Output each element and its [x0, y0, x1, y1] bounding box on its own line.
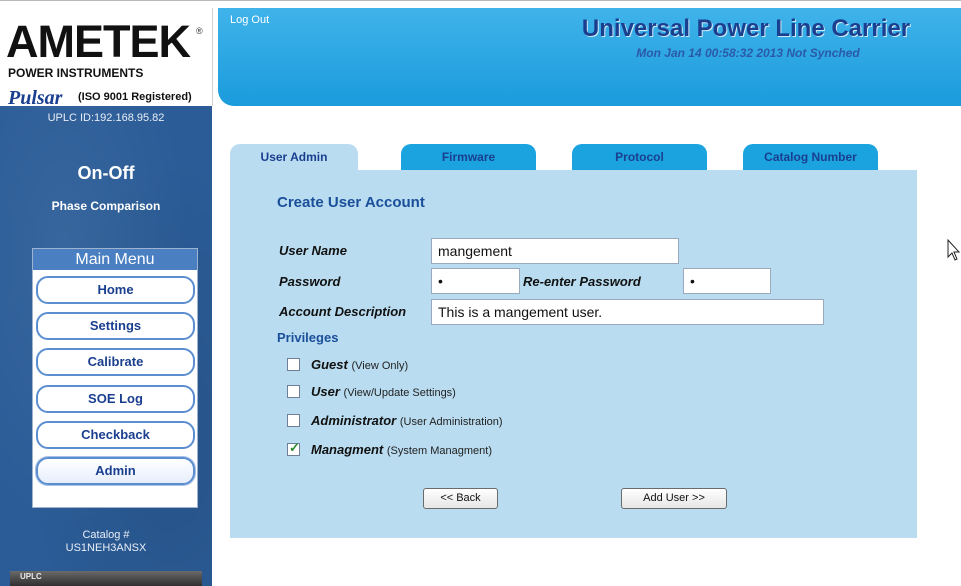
password-label: Password: [279, 274, 341, 289]
privilege-administrator-desc: (User Administration): [399, 416, 503, 428]
user-admin-panel: Create User Account User Name mangement …: [230, 170, 917, 538]
privilege-guest-name: Guest: [311, 357, 348, 372]
sidebar: UPLC ID:192.168.95.82 On-Off Phase Compa…: [0, 106, 212, 586]
window-top-border: [0, 0, 961, 1]
privileges-title: Privileges: [277, 330, 339, 345]
account-description-input[interactable]: This is a mangement user.: [431, 299, 824, 325]
tab-user-admin[interactable]: User Admin: [230, 144, 358, 170]
privilege-administrator-label: Administrator (User Administration): [311, 413, 503, 428]
privilege-managment-name: Managment: [311, 442, 384, 457]
iso-registration: (ISO 9001 Registered): [78, 91, 192, 103]
account-description-label: Account Description: [279, 304, 407, 319]
menu-checkback-button[interactable]: Checkback: [36, 421, 195, 449]
menu-soe-log-button[interactable]: SOE Log: [36, 385, 195, 413]
menu-settings-button[interactable]: Settings: [36, 312, 195, 340]
main-menu-title: Main Menu: [33, 249, 197, 270]
privilege-administrator-name: Administrator: [311, 413, 397, 428]
check-icon: ✓: [289, 440, 300, 455]
main-menu: Main Menu Home Settings Calibrate SOE Lo…: [32, 248, 198, 508]
privilege-user-label: User (View/Update Settings): [311, 384, 456, 399]
catalog-value: US1NEH3ANSX: [65, 542, 147, 554]
datetime-status: Mon Jan 14 00:58:32 2013 Not Synched: [636, 46, 860, 60]
company-logo: AMETEK: [6, 16, 191, 67]
catalog-label: Catalog #: [82, 529, 130, 541]
user-name-label: User Name: [279, 243, 347, 258]
tab-protocol[interactable]: Protocol: [572, 144, 707, 170]
tab-firmware[interactable]: Firmware: [401, 144, 536, 170]
section-title: Create User Account: [277, 194, 425, 211]
privilege-user-name: User: [311, 384, 340, 399]
privilege-managment-label: Managment (System Managment): [311, 442, 492, 457]
menu-admin-button[interactable]: Admin: [36, 457, 195, 485]
app-title: Universal Power Line Carrier: [581, 15, 911, 42]
password-input[interactable]: •: [431, 268, 520, 294]
privilege-user-desc: (View/Update Settings): [343, 387, 456, 399]
back-button[interactable]: << Back: [423, 488, 498, 509]
reenter-password-label: Re-enter Password: [523, 274, 641, 289]
reenter-password-input[interactable]: •: [683, 268, 771, 294]
privilege-guest-checkbox[interactable]: [287, 358, 300, 371]
privilege-administrator-checkbox[interactable]: [287, 414, 300, 427]
device-photo-label: UPLC: [20, 572, 42, 581]
privilege-managment-desc: (System Managment): [386, 445, 493, 457]
menu-calibrate-button[interactable]: Calibrate: [36, 348, 195, 376]
registered-mark: ®: [196, 26, 203, 36]
privilege-user-checkbox[interactable]: [287, 385, 300, 398]
menu-home-button[interactable]: Home: [36, 276, 195, 304]
protection-mode-sub: Phase Comparison: [51, 199, 161, 213]
mouse-pointer-icon: [947, 239, 961, 261]
division-name: POWER INSTRUMENTS: [8, 66, 144, 80]
brand-logo-area: AMETEK ® POWER INSTRUMENTS Pulsar (ISO 9…: [0, 8, 213, 109]
privilege-managment-checkbox[interactable]: ✓: [287, 440, 300, 456]
uplc-id: UPLC ID:192.168.95.82: [47, 112, 165, 124]
logout-link[interactable]: Log Out: [230, 14, 269, 26]
add-user-button[interactable]: Add User >>: [621, 488, 727, 509]
user-name-input[interactable]: mangement: [431, 238, 679, 264]
device-photo: UPLC: [10, 571, 202, 586]
protection-mode: On-Off: [77, 163, 135, 183]
header-bar: Log Out Universal Power Line Carrier Mon…: [218, 8, 961, 106]
privilege-guest-desc: (View Only): [351, 360, 409, 372]
tab-catalog-number[interactable]: Catalog Number: [743, 144, 878, 170]
privilege-guest-label: Guest (View Only): [311, 357, 408, 372]
